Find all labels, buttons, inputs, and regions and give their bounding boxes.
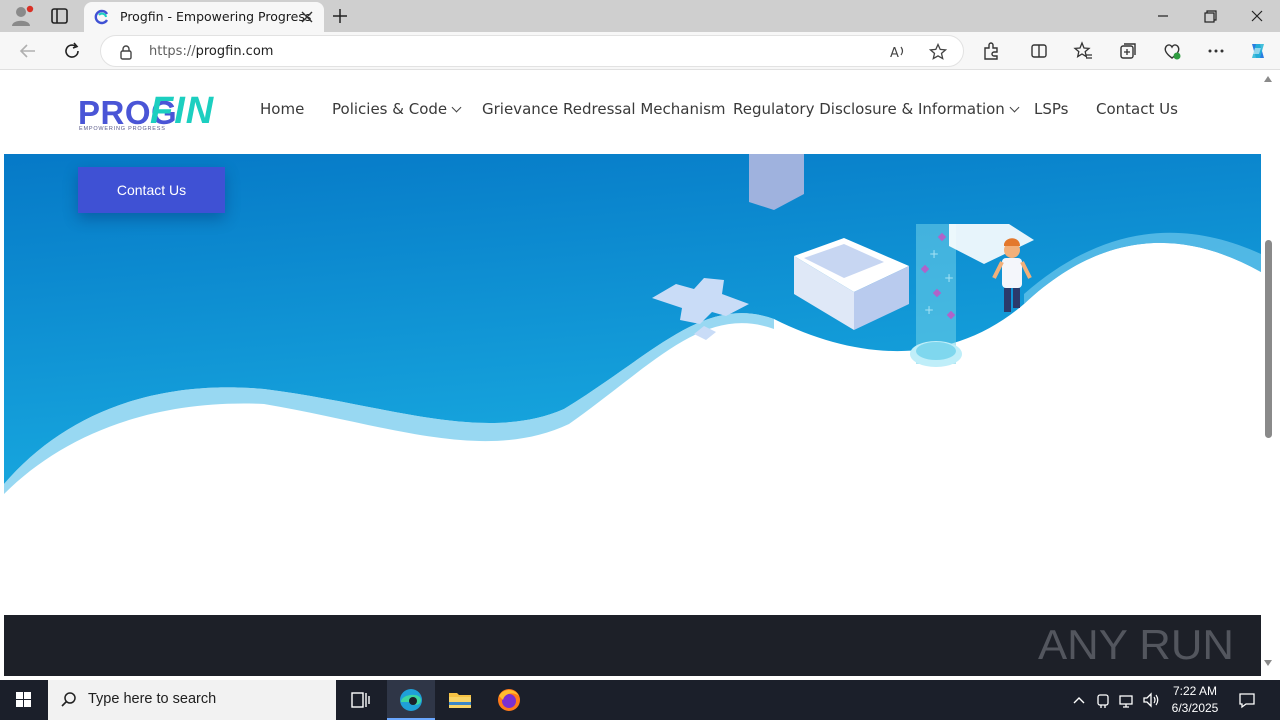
taskbar-clock[interactable]: 7:22 AM 6/3/2025 <box>1160 683 1230 717</box>
new-tab-icon[interactable] <box>330 6 350 26</box>
svg-text:+: + <box>944 271 954 285</box>
volume-icon[interactable] <box>1141 690 1161 710</box>
more-options-icon[interactable] <box>1206 41 1226 61</box>
favorites-icon[interactable] <box>1073 41 1093 61</box>
progfin-logo[interactable]: PROG FIN EMPOWERING PROGRESS <box>78 90 230 136</box>
nav-home[interactable]: Home <box>260 100 304 122</box>
tab-actions-icon[interactable] <box>48 6 72 26</box>
edge-browser-icon <box>400 689 422 711</box>
page-scrollbar[interactable] <box>1261 70 1276 676</box>
close-window-icon[interactable] <box>1242 4 1272 28</box>
clock-date: 6/3/2025 <box>1171 701 1219 715</box>
nav-lsps[interactable]: LSPs <box>1034 100 1068 122</box>
svg-text:ANY RUN: ANY RUN <box>1038 621 1234 668</box>
hero-banner: + + + <box>4 154 1261 614</box>
device-icon[interactable] <box>1093 690 1113 710</box>
profile-icon[interactable] <box>10 5 34 27</box>
back-icon[interactable] <box>18 41 38 61</box>
split-screen-icon[interactable] <box>1029 41 1049 61</box>
extensions-icon[interactable] <box>981 41 1001 61</box>
scroll-up-arrow-icon[interactable] <box>1264 76 1272 82</box>
windows-taskbar: Type here to search 7:22 AM 6/3/2025 <box>0 680 1280 720</box>
svg-text:+: + <box>924 303 934 317</box>
scrollbar-thumb[interactable] <box>1265 240 1272 438</box>
site-header: PROG FIN EMPOWERING PROGRESS Home Polici… <box>4 70 1261 154</box>
anyrun-watermark: ANY RUN <box>1038 621 1234 668</box>
browser-tab-strip: Progfin - Empowering Progress <box>0 0 1280 32</box>
file-explorer-icon[interactable] <box>436 680 484 720</box>
scroll-down-arrow-icon[interactable] <box>1264 660 1272 666</box>
logo-tagline: EMPOWERING PROGRESS <box>79 126 166 132</box>
url-text: https://progfin.com <box>149 44 274 59</box>
taskbar-search-box[interactable]: Type here to search <box>48 680 336 720</box>
address-bar-row: https://progfin.com A <box>0 32 1280 70</box>
nav-grievance-redressal[interactable]: Grievance Redressal Mechanism <box>482 100 726 122</box>
nav-policies-code[interactable]: Policies & Code <box>332 100 462 122</box>
browser-essentials-icon[interactable] <box>1162 41 1182 61</box>
copilot-icon[interactable] <box>1247 40 1269 62</box>
read-aloud-icon[interactable]: A <box>889 43 907 61</box>
site-favicon-icon <box>94 9 109 25</box>
restore-icon[interactable] <box>1195 4 1225 28</box>
nav-regulatory-disclosure[interactable]: Regulatory Disclosure & Information <box>733 100 1020 122</box>
favorite-star-icon[interactable] <box>929 43 947 61</box>
collections-icon[interactable] <box>1118 41 1138 61</box>
taskbar-edge[interactable] <box>387 680 435 720</box>
svg-text:A: A <box>890 46 899 61</box>
chevron-down-icon <box>451 102 462 113</box>
svg-text:+: + <box>929 247 939 261</box>
windows-start-icon[interactable] <box>0 680 48 720</box>
clock-time: 7:22 AM <box>1172 684 1218 698</box>
page-viewport: + + + PROG FIN EMPOWERING PROGRESS Home … <box>4 70 1261 676</box>
tab-title: Progfin - Empowering Progress <box>120 9 312 24</box>
hero-contact-button[interactable]: Contact Us <box>78 167 225 213</box>
network-icon[interactable] <box>1117 690 1137 710</box>
close-tab-icon[interactable] <box>300 10 314 24</box>
show-hidden-icons-icon[interactable] <box>1069 690 1089 710</box>
lock-icon[interactable] <box>119 44 133 60</box>
search-placeholder: Type here to search <box>88 691 217 707</box>
firefox-icon[interactable] <box>485 680 533 720</box>
nav-contact-us[interactable]: Contact Us <box>1096 100 1178 122</box>
refresh-icon[interactable] <box>62 41 82 61</box>
chevron-down-icon <box>1009 102 1020 113</box>
active-tab[interactable]: Progfin - Empowering Progress <box>84 2 324 32</box>
search-icon <box>61 692 76 707</box>
url-bar[interactable]: https://progfin.com A <box>100 35 964 67</box>
minimize-icon[interactable] <box>1148 4 1178 28</box>
notifications-icon[interactable] <box>1237 690 1257 710</box>
task-view-icon[interactable] <box>336 680 384 720</box>
